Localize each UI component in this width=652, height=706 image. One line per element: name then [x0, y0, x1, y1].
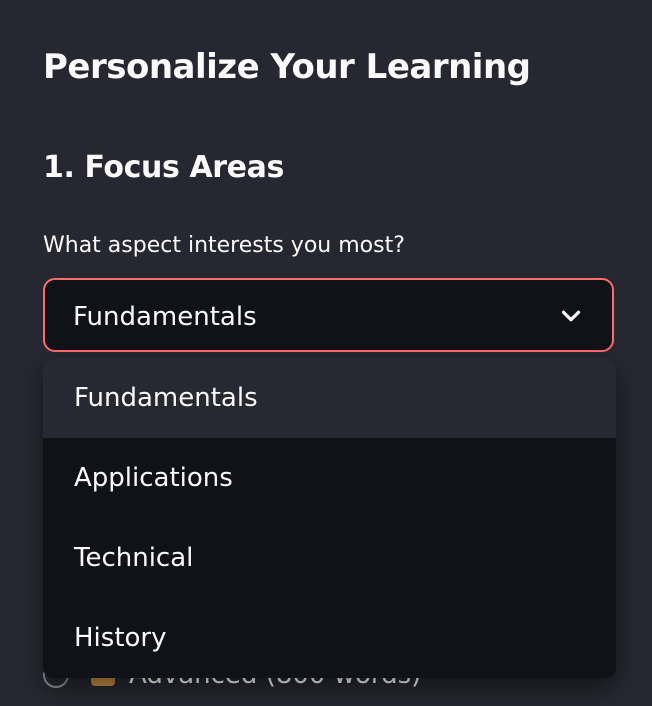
select-current-value: Fundamentals — [73, 302, 257, 332]
dropdown-option-fundamentals[interactable]: Fundamentals — [43, 358, 616, 438]
dropdown-option-applications[interactable]: Applications — [43, 438, 616, 518]
focus-area-select[interactable]: Fundamentals — [43, 278, 614, 352]
section-title-focus-areas: 1. Focus Areas — [43, 150, 284, 185]
focus-question-label: What aspect interests you most? — [43, 233, 405, 258]
dropdown-menu: Fundamentals Applications Technical Hist… — [43, 358, 616, 678]
page-title: Personalize Your Learning — [43, 47, 531, 87]
dropdown-option-technical[interactable]: Technical — [43, 518, 616, 598]
dropdown-option-history[interactable]: History — [43, 598, 616, 678]
chevron-down-icon[interactable] — [556, 301, 586, 331]
